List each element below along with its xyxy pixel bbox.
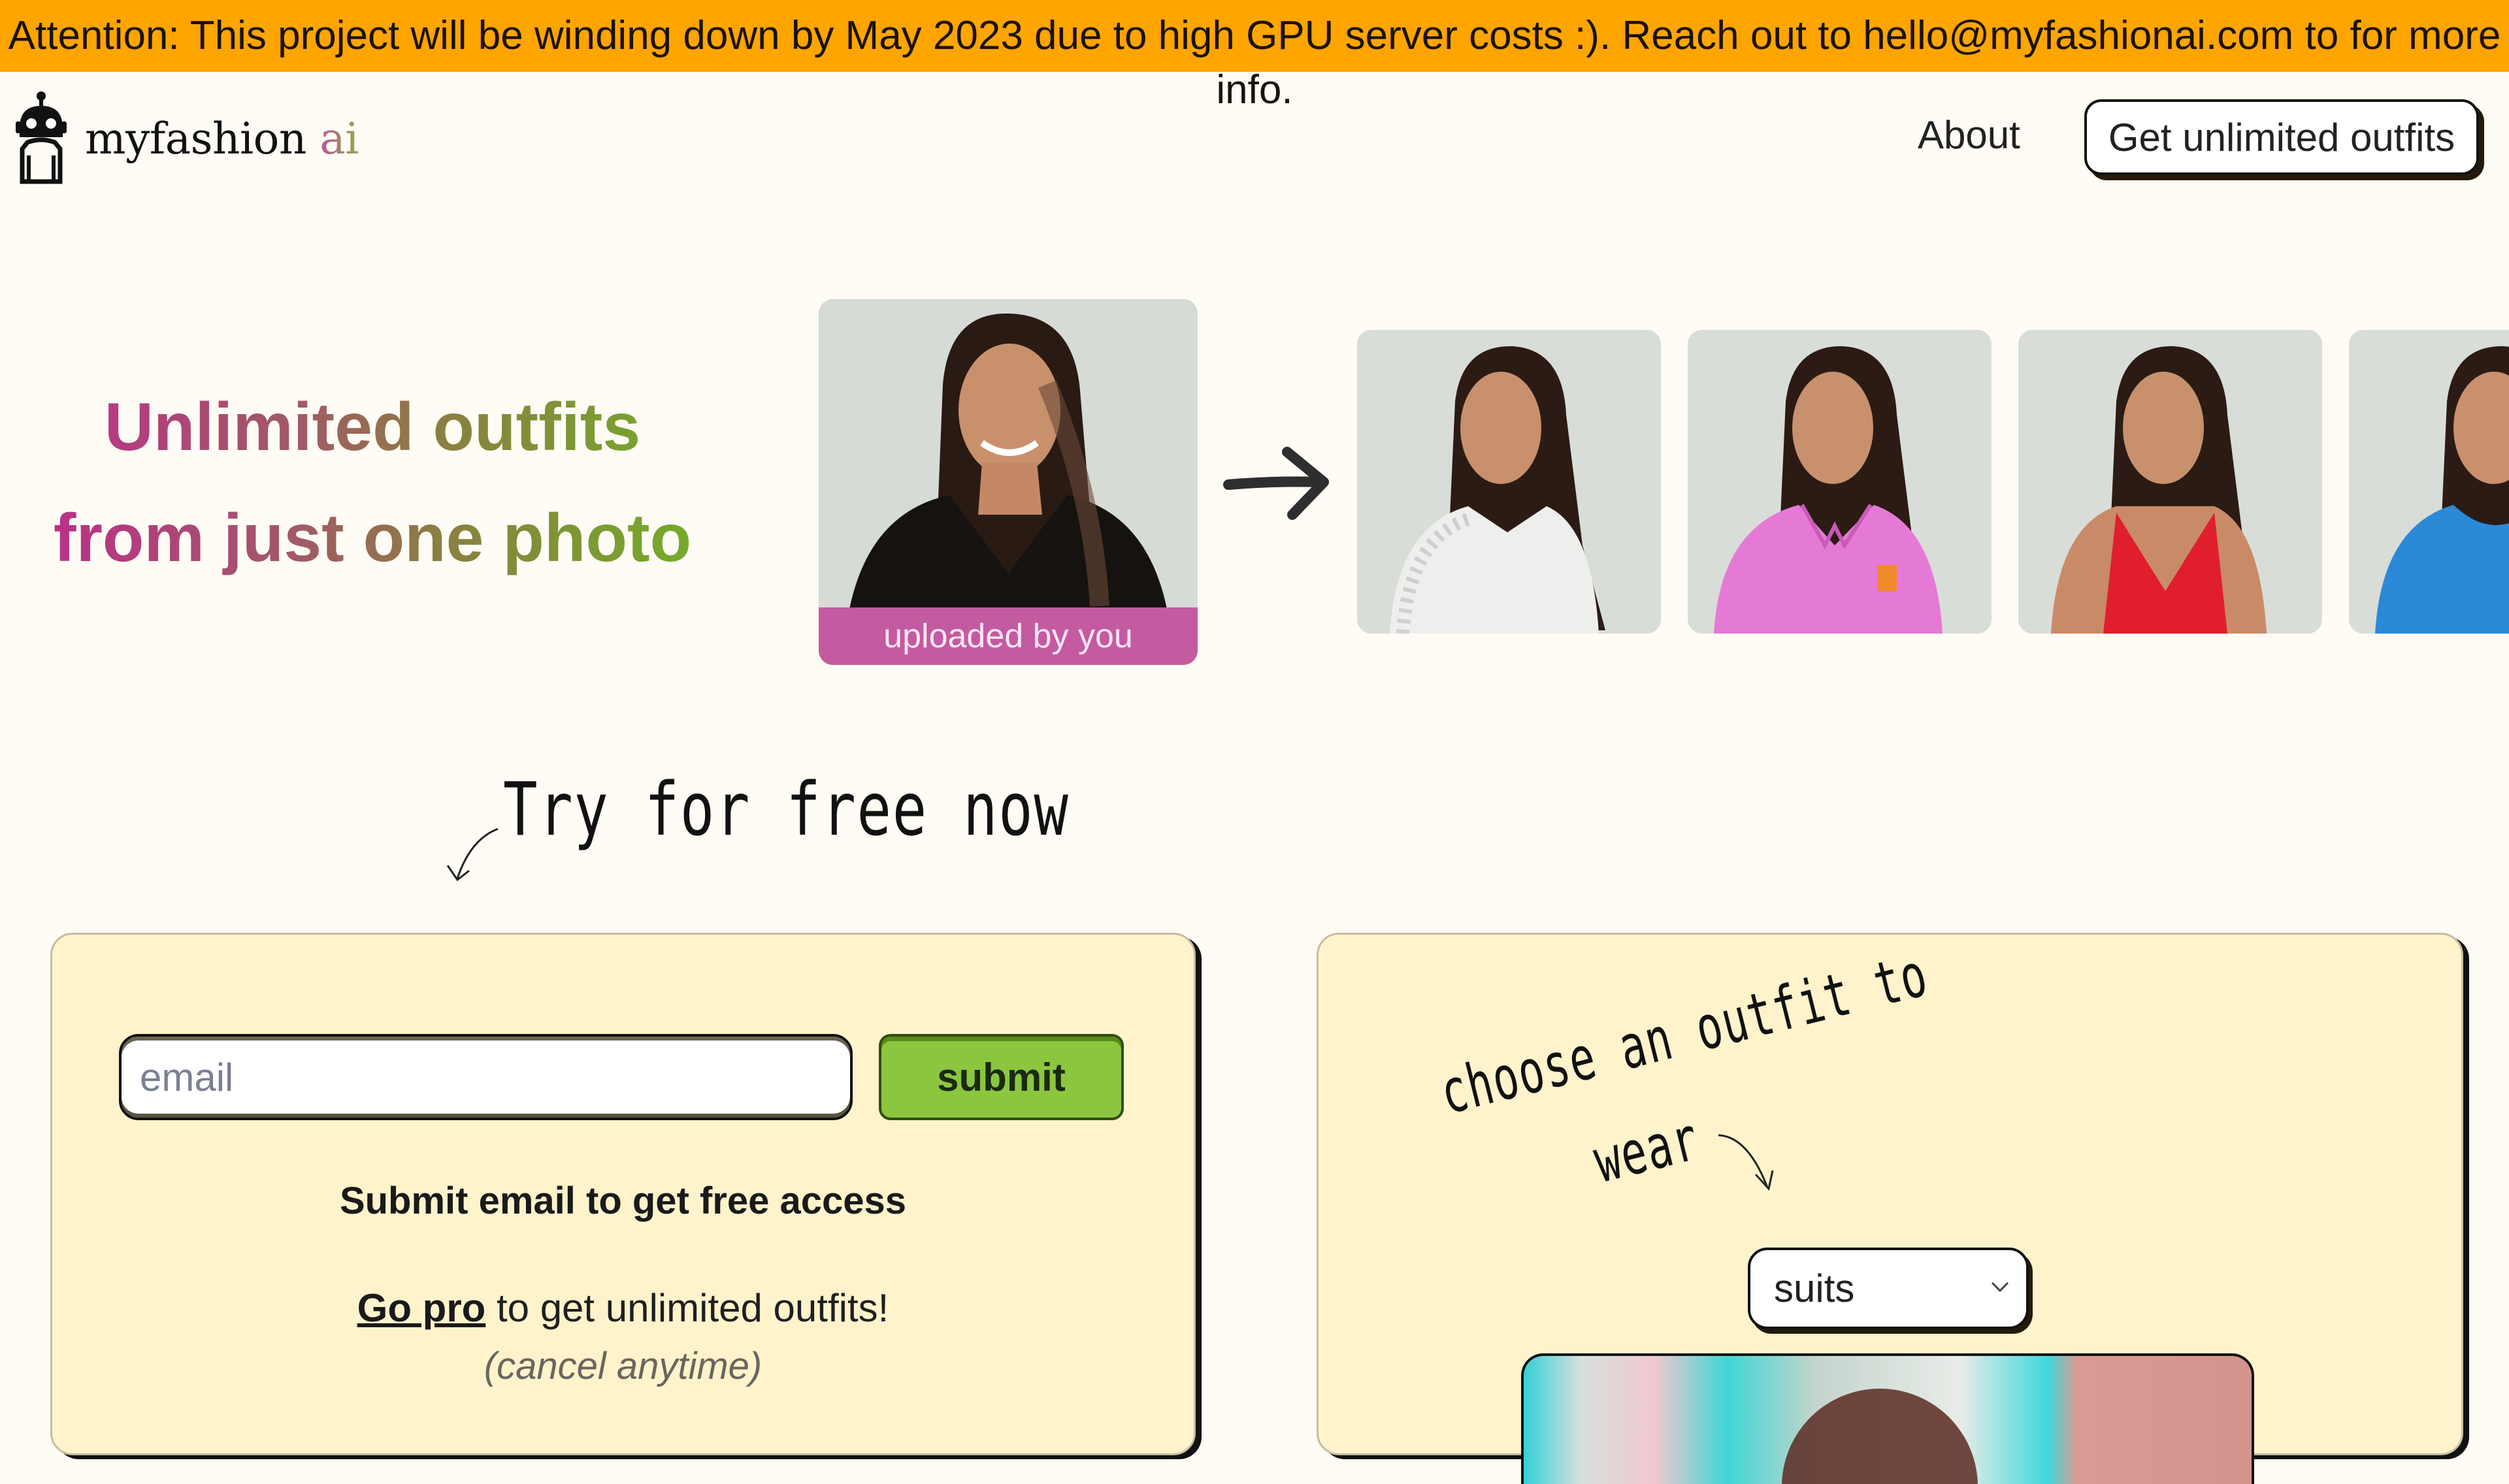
outfit-photo-blue: [2349, 330, 2509, 634]
logo-text: myfashion ai: [85, 114, 359, 164]
right-arrow-icon: [1222, 444, 1333, 526]
try-free-label: Try for free now: [503, 767, 1070, 852]
submit-button[interactable]: submit: [879, 1034, 1124, 1120]
uploaded-caption: uploaded by you: [819, 607, 1198, 665]
outfit-select[interactable]: suits: [1748, 1248, 2029, 1329]
outfit-image: [2349, 330, 2509, 634]
outfit-preview-photo: [1782, 1389, 1978, 1484]
nav-about-link[interactable]: About: [1918, 112, 2020, 157]
logo-suffix: ai: [320, 114, 359, 164]
curved-arrow-icon: [1715, 1117, 1794, 1199]
headline-line-1: Unlimited outfits: [0, 389, 745, 466]
uploaded-photo-card: uploaded by you: [819, 299, 1198, 665]
outfit-photo-white: [1357, 330, 1661, 634]
headline-line-2: from just one photo: [0, 500, 745, 577]
submit-note: Submit email to get free access: [339, 1180, 907, 1222]
robot-icon: [14, 90, 68, 188]
outfit-select-value: suits: [1774, 1266, 1855, 1310]
logo-wordmark: myfashion: [85, 114, 306, 164]
gopro-text: to get unlimited outfits!: [485, 1286, 889, 1330]
logo[interactable]: myfashion ai: [14, 91, 359, 186]
chevron-down-icon: [1988, 1279, 2012, 1298]
outfit-image: [1688, 330, 1992, 634]
go-pro-link[interactable]: Go pro: [357, 1286, 486, 1330]
outfit-preview-image: [1521, 1353, 2254, 1484]
cancel-note: (cancel anytime): [484, 1345, 763, 1387]
outfit-image: [1357, 330, 1661, 634]
outfit-photo-red: [2018, 330, 2322, 634]
gopro-line: Go pro to get unlimited outfits!: [50, 1285, 1196, 1331]
email-input[interactable]: [119, 1034, 853, 1120]
outfit-photo-pink: [1688, 330, 1992, 634]
curved-arrow-icon: [444, 820, 503, 888]
outfit-image: [2018, 330, 2322, 634]
get-unlimited-outfits-button[interactable]: Get unlimited outfits: [2084, 99, 2479, 175]
announcement-text: Attention: This project will be winding …: [8, 13, 2501, 58]
